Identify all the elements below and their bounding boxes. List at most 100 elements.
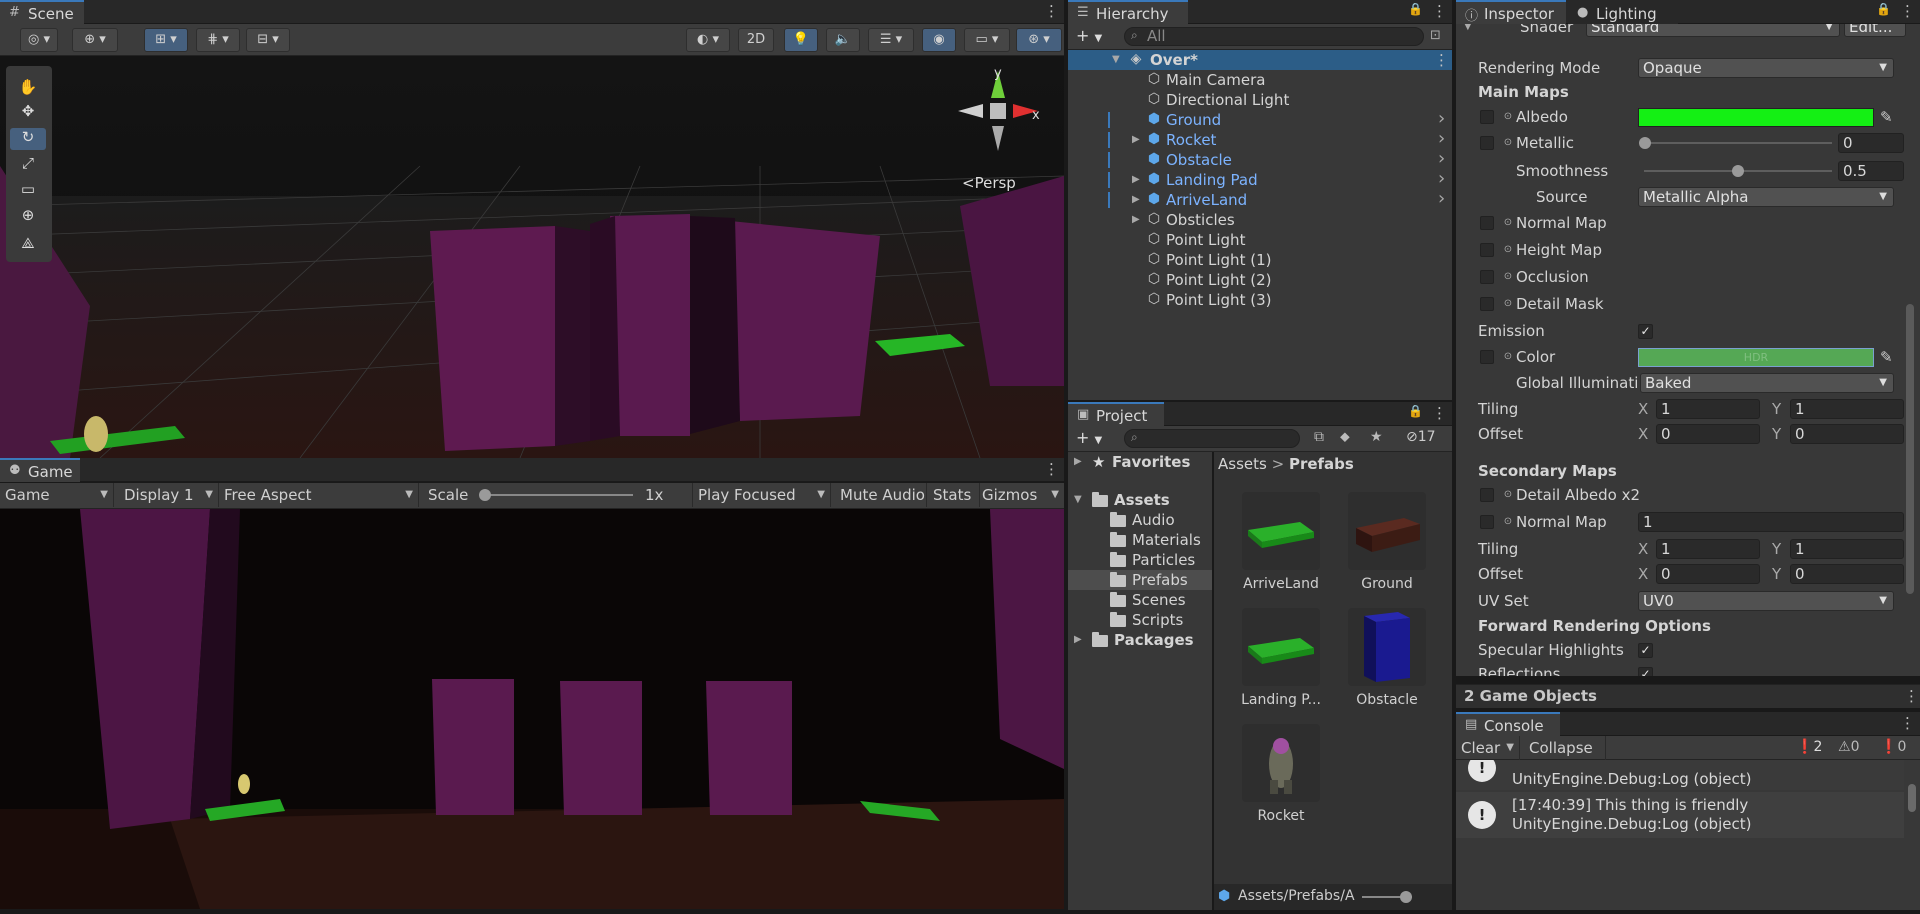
expand-arrow-icon[interactable]: ▶ xyxy=(1132,130,1140,150)
console-menu-icon[interactable]: ⋮ xyxy=(1900,714,1915,732)
grid-view-button[interactable]: ⋕ ▾ xyxy=(196,28,240,52)
rendering-mode-select[interactable]: Opaque ▼ xyxy=(1638,58,1894,78)
packages-row[interactable]: ▶ Packages xyxy=(1068,630,1212,650)
create-button[interactable]: + ▼ xyxy=(1076,26,1102,45)
metallic-picker-icon[interactable]: ⊙ xyxy=(1500,135,1516,151)
error-count-toggle[interactable]: ❗0 xyxy=(1880,739,1906,755)
search-by-type-icon[interactable]: ⧉ xyxy=(1314,429,1324,445)
scale-tool-icon[interactable]: ⤢ xyxy=(10,154,46,176)
tiling-y-input[interactable]: 1 xyxy=(1790,399,1904,419)
emission-color-swatch[interactable]: HDR xyxy=(1638,348,1874,367)
clear-button[interactable]: Clear ▼ xyxy=(1456,736,1520,760)
smoothness-knob[interactable] xyxy=(1732,165,1744,177)
icon-size-knob[interactable] xyxy=(1400,891,1412,903)
hierarchy-lock-icon[interactable]: 🔒 xyxy=(1408,2,1423,16)
inspector-scrollbar[interactable] xyxy=(1906,304,1914,594)
hierarchy-item[interactable]: ⬢ Ground › xyxy=(1068,109,1452,130)
asset-label[interactable]: Landing P... xyxy=(1233,692,1329,708)
hierarchy-menu-icon[interactable]: ⋮ xyxy=(1432,2,1447,20)
inspector-menu-icon[interactable]: ⋮ xyxy=(1900,2,1915,20)
assets-row[interactable]: ▼ Assets xyxy=(1068,490,1212,510)
log-entry[interactable]: ! [17:40:39] This thing is friendly Unit… xyxy=(1456,792,1904,838)
metallic-knob[interactable] xyxy=(1639,137,1651,149)
game-viewport[interactable] xyxy=(0,509,1064,909)
log-entry[interactable]: ! UnityEngine.Debug:Log (object) xyxy=(1456,760,1904,790)
asset-tile-arriveland[interactable] xyxy=(1242,492,1320,570)
hierarchy-item[interactable]: ⬡ Main Camera xyxy=(1068,70,1452,90)
scale-knob[interactable] xyxy=(479,489,491,501)
display-select[interactable]: Display 1 ▼ xyxy=(119,483,219,507)
project-menu-icon[interactable]: ⋮ xyxy=(1432,404,1447,422)
lighting-toggle-icon[interactable]: 💡 xyxy=(784,28,818,52)
source-select[interactable]: Metallic Alpha ▼ xyxy=(1638,187,1894,207)
project-create-button[interactable]: + ▼ xyxy=(1076,428,1102,447)
open-prefab-icon[interactable]: › xyxy=(1438,109,1445,129)
console-scrollbar[interactable] xyxy=(1908,784,1916,812)
inspector-footer-menu-icon[interactable]: ⋮ xyxy=(1904,687,1919,705)
collapse-button[interactable]: Collapse xyxy=(1524,736,1606,760)
uv-set-select[interactable]: UV0 ▼ xyxy=(1638,591,1894,611)
open-prefab-icon[interactable]: › xyxy=(1438,169,1445,189)
folder-item-audio[interactable]: Audio xyxy=(1068,510,1212,530)
tiling2-x-input[interactable]: 1 xyxy=(1656,539,1760,559)
hierarchy-item[interactable]: ▶ ⬡ Obsticles xyxy=(1068,210,1452,230)
offset2-y-input[interactable]: 0 xyxy=(1790,564,1904,584)
asset-label[interactable]: Obstacle xyxy=(1339,692,1435,708)
mute-audio-button[interactable]: Mute Audio xyxy=(835,483,927,507)
hierarchy-item[interactable]: ▶ ⬢ Landing Pad › xyxy=(1068,169,1452,190)
albedo-color-swatch[interactable] xyxy=(1638,108,1874,127)
play-mode-select[interactable]: Play Focused ▼ xyxy=(693,483,831,507)
project-search-input[interactable] xyxy=(1124,429,1300,448)
albedo-texture-slot[interactable] xyxy=(1480,110,1494,124)
offset-y-input[interactable]: 0 xyxy=(1790,424,1904,444)
snap-increment-button[interactable]: ⊟ ▾ xyxy=(246,28,290,52)
hierarchy-item[interactable]: ▶ ⬢ Rocket › xyxy=(1068,129,1452,150)
hierarchy-item[interactable]: ⬡ Point Light (1) xyxy=(1068,250,1452,270)
expand-arrow-icon[interactable]: ▶ xyxy=(1132,170,1140,190)
gizmos-select[interactable]: Gizmos ▼ xyxy=(977,483,1064,507)
favorites-row[interactable]: ▶ ★ Favorites xyxy=(1068,452,1212,472)
aspect-select[interactable]: Free Aspect ▼ xyxy=(219,483,419,507)
audio-toggle-icon[interactable]: 🔈 xyxy=(826,28,860,52)
emission-checkbox[interactable]: ✓ xyxy=(1638,324,1653,339)
hierarchy-item[interactable]: ⬢ Obstacle › xyxy=(1068,149,1452,170)
warning-count-toggle[interactable]: ⚠0 xyxy=(1838,739,1859,755)
hierarchy-item[interactable]: ⬡ Point Light (2) xyxy=(1068,270,1452,290)
metallic-input[interactable]: 0 xyxy=(1838,133,1904,153)
hidden-packages-icon[interactable]: ⊘17 xyxy=(1406,429,1436,445)
folder-item-prefabs[interactable]: Prefabs xyxy=(1068,570,1212,590)
open-prefab-icon[interactable]: › xyxy=(1438,149,1445,169)
shader-select[interactable]: Standard ▼ xyxy=(1586,24,1840,37)
favorite-star-icon[interactable]: ★ xyxy=(1370,429,1383,445)
scene-visibility-icon[interactable]: ⊡ xyxy=(1430,28,1441,43)
hierarchy-item[interactable]: ⬡ Point Light (3) xyxy=(1068,290,1452,310)
asset-label[interactable]: Ground xyxy=(1339,576,1435,592)
game-menu-icon[interactable]: ⋮ xyxy=(1044,460,1059,478)
tab-scene[interactable]: # Scene xyxy=(0,0,84,24)
eyedropper-icon[interactable]: ✎ xyxy=(1880,106,1893,128)
edit-shader-button[interactable]: Edit... xyxy=(1844,24,1906,37)
hierarchy-item[interactable]: ▶ ⬢ ArriveLand › xyxy=(1068,189,1452,210)
smoothness-input[interactable]: 0.5 xyxy=(1838,161,1904,181)
expand-arrow-icon[interactable]: ▶ xyxy=(1132,190,1140,210)
tiling-x-input[interactable]: 1 xyxy=(1656,399,1760,419)
tab-lighting[interactable]: ● Lighting xyxy=(1568,0,1678,24)
asset-label[interactable]: ArriveLand xyxy=(1233,576,1329,592)
reflections-checkbox[interactable]: ✓ xyxy=(1638,667,1653,676)
specular-checkbox[interactable]: ✓ xyxy=(1638,643,1653,658)
scene-menu-icon[interactable]: ⋮ xyxy=(1044,2,1059,20)
rect-tool-icon[interactable]: ▭ xyxy=(10,180,46,202)
transform-tool-icon[interactable]: ⊕ xyxy=(10,206,46,228)
scene-viewport[interactable]: ✋ ✥ ↻ ⤢ ▭ ⊕ ⟁ y x <Persp xyxy=(0,56,1064,458)
visibility-toggle-icon[interactable]: ◉ xyxy=(922,28,956,52)
scene-row-menu-icon[interactable]: ⋮ xyxy=(1434,50,1449,70)
rotate-tool-icon[interactable]: ↻ xyxy=(10,128,46,150)
globe-button[interactable]: ⊕ ▾ xyxy=(72,28,118,52)
gi-select[interactable]: Baked ▼ xyxy=(1640,373,1894,393)
asset-tile-rocket[interactable] xyxy=(1242,724,1320,802)
open-prefab-icon[interactable]: › xyxy=(1438,129,1445,149)
tiling2-y-input[interactable]: 1 xyxy=(1790,539,1904,559)
hierarchy-search-input[interactable]: All xyxy=(1124,27,1424,46)
stats-button[interactable]: Stats xyxy=(928,483,980,507)
tab-game[interactable]: ⚉ Game xyxy=(0,458,80,482)
